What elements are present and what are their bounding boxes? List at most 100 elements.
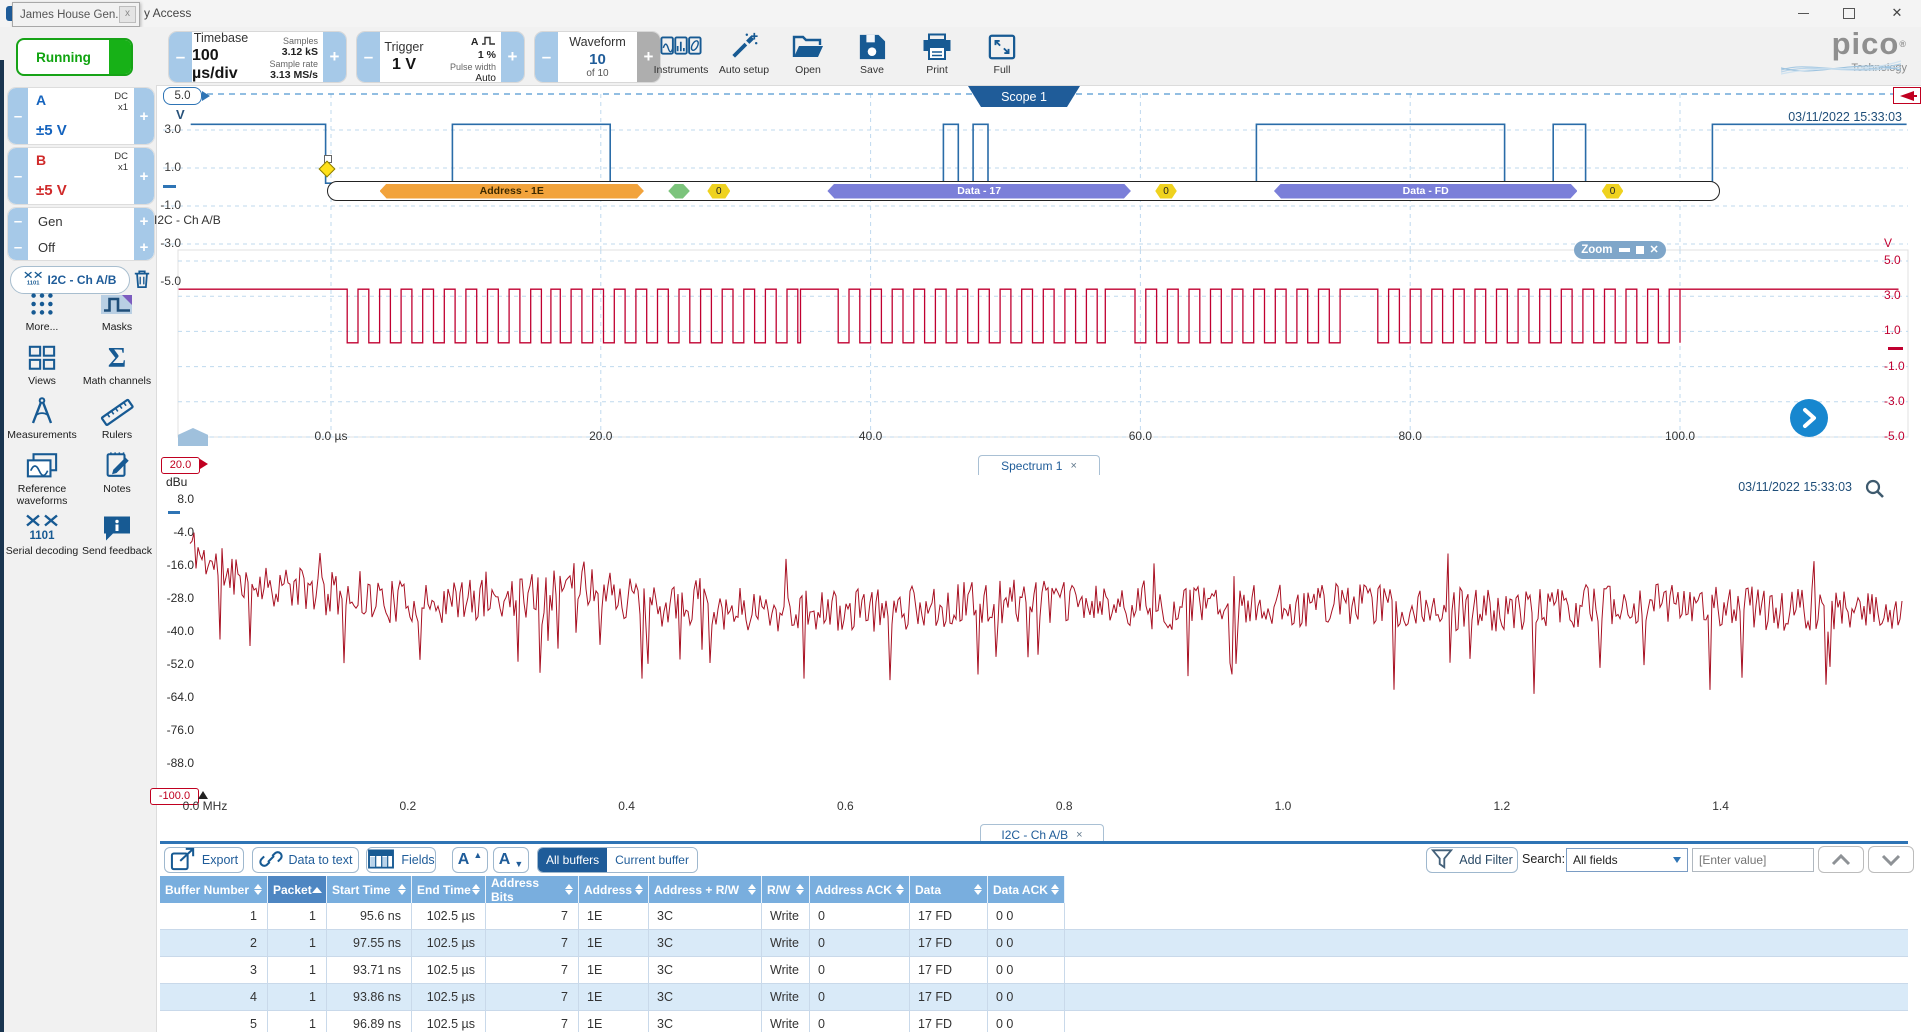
toolbar-action-instruments[interactable]: Instruments <box>648 30 714 76</box>
table-row[interactable]: 2197.55 ns102.5 µs71E3CWrite017 FD0 0 <box>160 930 1908 957</box>
column-header-address-ack[interactable]: Address ACK <box>810 876 910 903</box>
channel-B-decrease-button[interactable]: – <box>8 148 28 204</box>
column-header-r-w[interactable]: R/W <box>762 876 810 903</box>
minimize-button[interactable] <box>1782 0 1824 26</box>
running-button[interactable]: Running <box>16 38 133 76</box>
sidebar-tool-notes[interactable]: Notes <box>75 450 159 495</box>
sidebar-tool-serial[interactable]: 1101Serial decoding <box>0 512 84 557</box>
toolbar-action-print[interactable]: Print <box>904 30 970 76</box>
table-row[interactable]: 4193.86 ns102.5 µs71E3CWrite017 FD0 0 <box>160 984 1908 1011</box>
font-increase-button[interactable]: A▲ <box>452 847 488 873</box>
sidebar-tool-more[interactable]: More... <box>0 288 84 333</box>
channel-B-increase-button[interactable]: + <box>134 148 154 204</box>
gen-state[interactable]: Off <box>28 234 134 260</box>
column-header-data-ack[interactable]: Data ACK <box>988 876 1065 903</box>
window-edge <box>0 60 4 1032</box>
tab-spectrum-1[interactable]: Spectrum 1 × <box>978 455 1100 475</box>
column-header-end-time[interactable]: End Time <box>412 876 486 903</box>
sidebar-tool-measurements[interactable]: Measurements <box>0 396 84 441</box>
channel-A-decrease-button[interactable]: – <box>8 88 28 144</box>
data-to-text-label: Data to text <box>289 853 353 867</box>
sidebar-tool-math[interactable]: ΣMath channels <box>75 342 159 387</box>
toolbar-action-autosetup[interactable]: Auto setup <box>711 30 777 76</box>
gen-label[interactable]: Gen <box>28 208 134 234</box>
notification-close-button[interactable]: x <box>119 6 136 23</box>
add-filter-button[interactable]: Add Filter <box>1426 847 1518 873</box>
table-cell: Write <box>762 930 810 957</box>
trigger-level-arrow[interactable] <box>1893 87 1921 104</box>
spectrum-max-box[interactable]: 20.0 <box>161 457 200 474</box>
table-cell: 7 <box>486 984 579 1011</box>
spectrum-ref-marker <box>168 511 180 514</box>
column-header-address-bits[interactable]: Address Bits <box>486 876 579 903</box>
font-decrease-button[interactable]: A▼ <box>493 847 529 873</box>
waveform-of: of 10 <box>586 68 608 79</box>
export-button[interactable]: Export <box>164 847 244 873</box>
zoom-maximize-icon[interactable] <box>1636 246 1644 254</box>
timebase-info: Samples 3.12 kS Sample rate 3.13 MS/s <box>250 32 323 82</box>
table-cell: 7 <box>486 903 579 930</box>
column-header-start-time[interactable]: Start Time <box>327 876 412 903</box>
current-buffer-button[interactable]: Current buffer <box>607 848 697 872</box>
full-icon <box>969 30 1035 61</box>
zoom-minimize-icon[interactable] <box>1619 248 1630 252</box>
open-icon <box>775 30 841 61</box>
search-input[interactable] <box>1692 848 1814 872</box>
waveform-previous-button[interactable] <box>535 32 558 82</box>
column-header-address[interactable]: Address <box>579 876 649 903</box>
table-cell: 0 <box>810 984 910 1011</box>
channel-A-panel[interactable]: –ADCx1±5 V+ <box>8 88 154 144</box>
spectrum-x-label: 1.4 <box>1712 799 1729 813</box>
decode-tab-label: I2C - Ch A/B <box>1001 828 1068 842</box>
timebase-value: 100 µs/div <box>192 47 250 83</box>
table-row[interactable]: 5196.89 ns102.5 µs71E3CWrite017 FD0 0 <box>160 1011 1908 1032</box>
toolbar-action-save[interactable]: Save <box>839 30 905 76</box>
toolbar-action-open[interactable]: Open <box>775 30 841 76</box>
toolbar-action-full[interactable]: Full <box>969 30 1035 76</box>
channel-a-zero-marker[interactable] <box>163 185 176 188</box>
table-cell: 17 FD <box>910 984 988 1011</box>
sidebar-tool-rulers[interactable]: Rulers <box>75 396 159 441</box>
column-header-buffer-number[interactable]: Buffer Number <box>160 876 268 903</box>
channel-B-range: ±5 V <box>36 182 67 199</box>
magnifier-icon[interactable] <box>1864 478 1886 500</box>
trigger-increase-button[interactable] <box>501 32 524 82</box>
channel-B-panel[interactable]: –BDCx1±5 V+ <box>8 148 154 204</box>
notification-toast[interactable]: James House Gen... x <box>12 2 140 27</box>
sidebar-tool-views[interactable]: Views <box>0 342 84 387</box>
maximize-button[interactable] <box>1828 0 1870 26</box>
channel-A-range: ±5 V <box>36 122 67 139</box>
zoom-overlay-toolbar[interactable]: Zoom ✕ <box>1574 241 1666 259</box>
zoom-close-icon[interactable]: ✕ <box>1650 245 1659 255</box>
search-previous-button[interactable] <box>1818 846 1864 873</box>
table-row[interactable]: 3193.71 ns102.5 µs71E3CWrite017 FD0 0 <box>160 957 1908 984</box>
scope-axis-max-box[interactable]: 5.0 <box>163 87 202 105</box>
timebase-decrease-button[interactable] <box>169 32 192 82</box>
waveform-main[interactable]: Waveform 10 of 10 <box>558 32 637 82</box>
close-button[interactable]: ✕ <box>1876 0 1918 26</box>
data-to-text-button[interactable]: Data to text <box>252 847 359 873</box>
search-next-button[interactable] <box>1868 846 1914 873</box>
sidebar-tool-masks[interactable]: Masks <box>75 288 159 333</box>
gen-state-decrease-button[interactable]: – <box>8 234 28 260</box>
column-header-data[interactable]: Data <box>910 876 988 903</box>
search-field-dropdown[interactable]: All fields <box>1566 848 1688 872</box>
waveform-number: 10 <box>589 51 606 68</box>
fields-button[interactable]: Fields <box>366 847 436 873</box>
all-buffers-button[interactable]: All buffers <box>538 848 607 872</box>
spectrum-tab-close[interactable]: × <box>1070 460 1076 472</box>
decode-tab-close[interactable]: × <box>1076 829 1082 841</box>
gen-decrease-button[interactable]: – <box>8 208 28 234</box>
column-header-address-r-w[interactable]: Address + R/W <box>649 876 762 903</box>
trigger-threshold: 1 % <box>428 49 496 62</box>
timebase-main[interactable]: Timebase 100 µs/div <box>192 32 250 82</box>
sidebar-tool-reference[interactable]: Reference waveforms <box>0 450 84 507</box>
table-row[interactable]: 1195.6 ns102.5 µs71E3CWrite017 FD0 0 <box>160 903 1908 930</box>
waveform-panel: Waveform 10 of 10 <box>534 31 661 83</box>
tab-scope-1[interactable]: Scope 1 <box>968 86 1080 107</box>
trigger-main[interactable]: Trigger 1 V <box>380 32 428 82</box>
timebase-increase-button[interactable] <box>323 32 346 82</box>
column-header-packet[interactable]: Packet <box>268 876 327 903</box>
trigger-decrease-button[interactable] <box>357 32 380 82</box>
next-waveform-button[interactable] <box>1790 399 1828 437</box>
